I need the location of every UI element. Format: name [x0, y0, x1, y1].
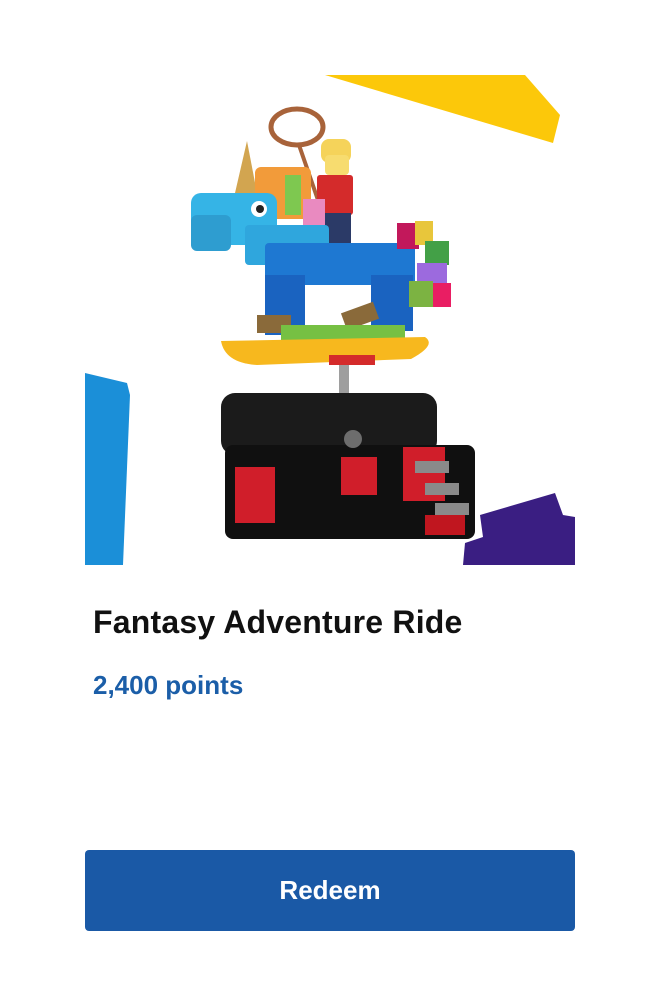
ride-step-3 [435, 503, 469, 515]
ride-red-step-block [425, 515, 465, 535]
unicorn-mane-green [285, 175, 301, 215]
ride-red-panel-left [235, 467, 275, 523]
rocker-base [221, 337, 429, 365]
ride-pole [339, 365, 349, 395]
redeem-button[interactable]: Redeem [85, 850, 575, 931]
rocker-red-stripe [329, 355, 375, 365]
unicorn-back-leg [371, 275, 413, 331]
ride-step-1 [415, 461, 449, 473]
purple-accent-shape [463, 493, 575, 565]
ride-red-panel-mid [341, 457, 377, 495]
tail-green [425, 241, 449, 265]
yellow-accent-shape [325, 75, 560, 143]
blue-accent-shape [85, 373, 130, 565]
lasso-loop [268, 106, 326, 148]
unicorn-horn [235, 141, 257, 193]
product-points: 2,400 points [93, 670, 244, 700]
product-illustration [85, 75, 575, 565]
product-title: Fantasy Adventure Ride [93, 604, 463, 640]
minifig-face [325, 155, 349, 175]
unicorn-muzzle [191, 215, 231, 251]
product-image[interactable] [85, 75, 575, 565]
unicorn-pupil [256, 205, 264, 213]
tail-orange [409, 281, 433, 307]
ride-step-2 [425, 483, 459, 495]
ride-coin-slot [344, 430, 362, 448]
